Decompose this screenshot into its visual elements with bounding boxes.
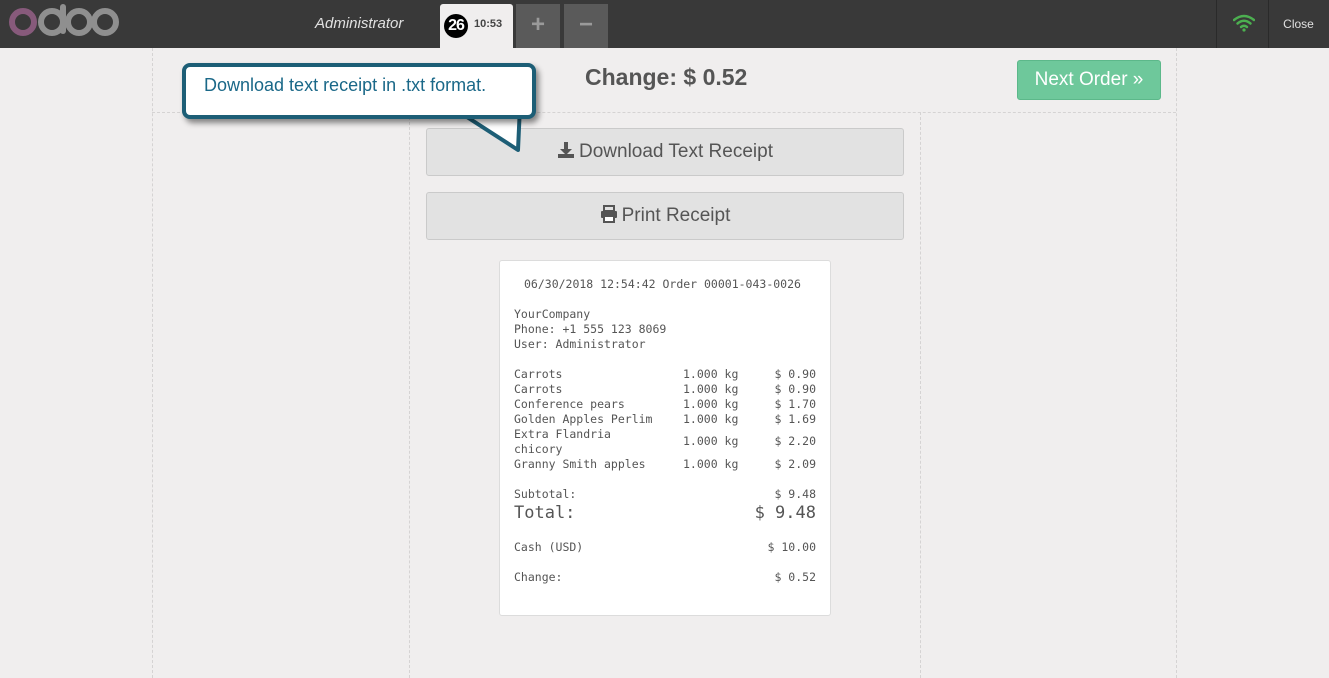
order-time: 10:53 [474,18,503,30]
change-title: Change: $ 0.52 [585,64,748,90]
screen-border-left [152,48,153,678]
receipt: 06/30/2018 12:54:42 Order 00001-043-0026… [499,260,831,616]
print-icon [600,205,617,223]
receipt-line-product: Granny Smith apples [514,457,646,471]
receipt-line-product: Carrots [514,367,563,381]
receipt-company: YourCompany [514,307,591,321]
receipt-line-qty: 1.000 kg [683,457,739,471]
print-receipt-button[interactable]: Print Receipt [426,192,904,240]
receipt-line-price: $ 1.69 [774,412,816,426]
screen-border-right [1176,48,1177,678]
receipt-line-product: Carrots [514,382,563,396]
user-name[interactable]: Administrator [315,15,403,32]
print-receipt-label: Print Receipt [621,205,731,226]
receipt-phone: Phone: +1 555 123 8069 [514,322,667,336]
receipt-line-price: $ 2.09 [774,457,816,471]
close-button[interactable]: Close [1268,0,1329,48]
wifi-icon [1233,14,1255,32]
receipt-line-qty: 1.000 kg [683,397,739,411]
order-number-badge: 26 [444,14,468,38]
receipt-header: 06/30/2018 12:54:42 Order 00001-043-0026 [524,277,801,291]
receipt-line-qty: 1.000 kg [683,434,739,448]
add-order-button[interactable]: + [516,4,560,48]
download-icon [558,142,574,158]
odoo-logo [9,4,119,36]
receipt-subtotal-label: Subtotal: [514,487,577,501]
connection-status[interactable] [1216,0,1269,48]
receipt-payment-label: Cash (USD) [514,540,584,554]
receipt-total-label: Total: [514,503,576,523]
download-receipt-label: Download Text Receipt [579,141,773,162]
receipt-change-value: $ 0.52 [774,570,816,584]
remove-order-button[interactable]: − [564,4,608,48]
next-order-button[interactable]: Next Order » [1017,60,1161,100]
receipt-line-price: $ 1.70 [774,397,816,411]
receipt-line-price: $ 0.90 [774,367,816,381]
receipt-payment-value: $ 10.00 [767,540,816,554]
callout-text: Download text receipt in .txt format. [204,75,487,95]
receipt-line-qty: 1.000 kg [683,367,739,381]
receipt-change-label: Change: [514,570,563,584]
left-pane-divider [409,112,410,678]
receipt-line-price: $ 2.20 [774,434,816,448]
right-pane-divider [920,112,921,678]
order-tab[interactable]: 26 10:53 [440,4,513,48]
receipt-line-product: Conference pears [514,397,625,411]
receipt-user: User: Administrator [514,337,646,351]
receipt-line-qty: 1.000 kg [683,382,739,396]
top-bar: Administrator 26 10:53 + − Close [0,0,1329,48]
receipt-line-qty: 1.000 kg [683,412,739,426]
receipt-line-product-cont: chicory [514,442,563,456]
receipt-subtotal-value: $ 9.48 [774,487,816,501]
receipt-line-price: $ 0.90 [774,382,816,396]
receipt-total-value: $ 9.48 [754,503,816,523]
receipt-line-product: Extra Flandria [514,427,611,441]
help-callout: Download text receipt in .txt format. [182,63,536,119]
receipt-line-product: Golden Apples Perlim [514,412,653,426]
